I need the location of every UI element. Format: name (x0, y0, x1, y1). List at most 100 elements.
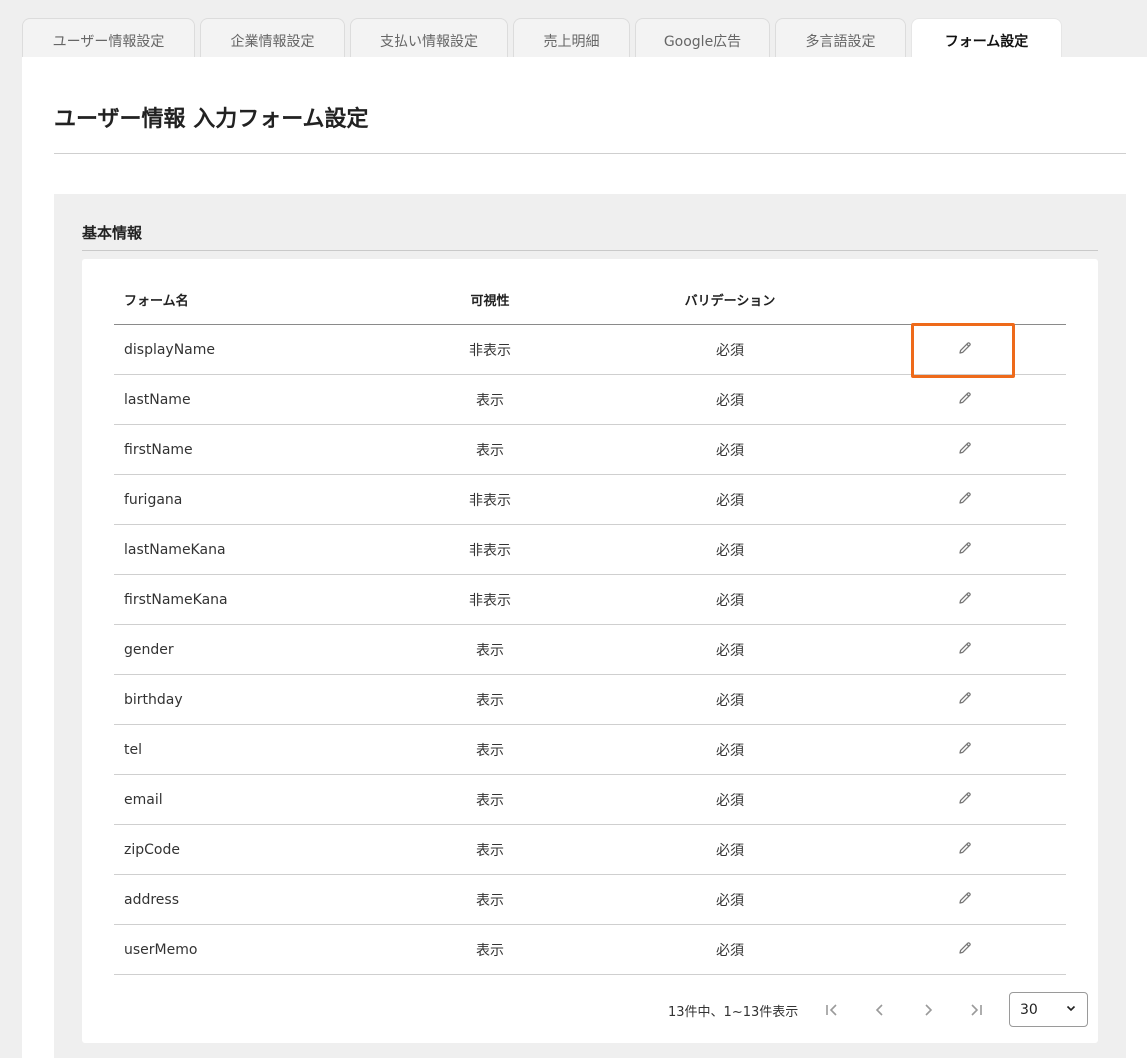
edit-button[interactable] (953, 788, 977, 812)
table-row: email 表示 必須 (114, 775, 1066, 825)
section-heading: 基本情報 (82, 224, 143, 242)
tab-bar: ユーザー情報設定 企業情報設定 支払い情報設定 売上明細 Google広告 多言… (22, 18, 1062, 58)
form-name-cell: firstName (124, 441, 193, 458)
validation-cell: 必須 (716, 392, 744, 409)
action-cell (950, 825, 980, 874)
edit-button[interactable] (953, 488, 977, 512)
visibility-cell: 非表示 (469, 592, 511, 609)
table-row: address 表示 必須 (114, 875, 1066, 925)
next-page-icon[interactable] (916, 998, 940, 1022)
form-name-cell: firstNameKana (124, 591, 228, 608)
pencil-icon (957, 490, 973, 510)
section-divider (82, 250, 1098, 251)
edit-button[interactable] (953, 338, 977, 362)
form-name-cell: email (124, 791, 163, 808)
table-row: furigana 非表示 必須 (114, 475, 1066, 525)
first-page-icon[interactable] (820, 998, 844, 1022)
form-name-cell: zipCode (124, 841, 180, 858)
tab-multilingual-settings[interactable]: 多言語設定 (775, 18, 906, 58)
tab-google-ads[interactable]: Google広告 (635, 18, 770, 58)
pagination-summary: 13件中、1~13件表示 (668, 1004, 799, 1020)
tab-company-info-settings[interactable]: 企業情報設定 (200, 18, 345, 58)
tab-form-settings[interactable]: フォーム設定 (911, 18, 1062, 58)
validation-cell: 必須 (716, 792, 744, 809)
table-row: userMemo 表示 必須 (114, 925, 1066, 975)
pencil-icon (957, 840, 973, 860)
title-divider (54, 153, 1126, 154)
table-row: firstName 表示 必須 (114, 425, 1066, 475)
tab-user-info-settings[interactable]: ユーザー情報設定 (22, 18, 195, 58)
edit-button[interactable] (953, 938, 977, 962)
action-cell (950, 875, 980, 924)
chevron-down-icon (1065, 1002, 1077, 1018)
page-title: ユーザー情報 入力フォーム設定 (54, 107, 369, 132)
main-panel: ユーザー情報 入力フォーム設定 基本情報 フォーム名 可視性 バリデーション d… (22, 57, 1147, 1058)
table-row: firstNameKana 非表示 必須 (114, 575, 1066, 625)
table-row: tel 表示 必須 (114, 725, 1066, 775)
form-name-cell: lastName (124, 391, 191, 408)
visibility-cell: 表示 (476, 792, 504, 809)
action-cell (950, 375, 980, 424)
form-table-card: フォーム名 可視性 バリデーション displayName 非表示 必須 lastNa… (82, 259, 1098, 1043)
visibility-cell: 表示 (476, 642, 504, 659)
action-cell (950, 575, 980, 624)
form-name-cell: gender (124, 641, 174, 658)
validation-cell: 必須 (716, 942, 744, 959)
header-validation: バリデーション (684, 294, 776, 309)
pencil-icon (957, 390, 973, 410)
action-cell (950, 775, 980, 824)
edit-button[interactable] (953, 638, 977, 662)
action-cell (950, 675, 980, 724)
table-row: lastNameKana 非表示 必須 (114, 525, 1066, 575)
header-form-name: フォーム名 (124, 294, 189, 309)
action-cell (950, 625, 980, 674)
visibility-cell: 表示 (476, 442, 504, 459)
prev-page-icon[interactable] (868, 998, 892, 1022)
tab-sales-details[interactable]: 売上明細 (513, 18, 630, 58)
header-visibility: 可視性 (470, 294, 510, 309)
form-name-cell: tel (124, 741, 142, 758)
form-name-cell: lastNameKana (124, 541, 226, 558)
visibility-cell: 非表示 (469, 492, 511, 509)
form-name-cell: birthday (124, 691, 183, 708)
pencil-icon (957, 790, 973, 810)
form-name-cell: address (124, 891, 180, 908)
tab-payment-info-settings[interactable]: 支払い情報設定 (350, 18, 508, 58)
form-name-cell: furigana (124, 491, 183, 508)
form-fields-table: フォーム名 可視性 バリデーション displayName 非表示 必須 lastNa… (114, 275, 1066, 975)
edit-button[interactable] (953, 838, 977, 862)
validation-cell: 必須 (716, 642, 744, 659)
edit-button[interactable] (953, 538, 977, 562)
edit-button[interactable] (953, 738, 977, 762)
validation-cell: 必須 (716, 742, 744, 759)
pencil-icon (957, 940, 973, 960)
action-cell (950, 725, 980, 774)
pencil-icon (957, 540, 973, 560)
action-cell (950, 525, 980, 574)
visibility-cell: 表示 (476, 392, 504, 409)
pencil-icon (957, 890, 973, 910)
per-page-select[interactable]: 30 (1009, 992, 1088, 1027)
table-row: lastName 表示 必須 (114, 375, 1066, 425)
edit-button[interactable] (953, 388, 977, 412)
visibility-cell: 非表示 (469, 342, 511, 359)
pagination: 13件中、1~13件表示 30 (44, 992, 1147, 1028)
validation-cell: 必須 (716, 542, 744, 559)
visibility-cell: 非表示 (469, 542, 511, 559)
visibility-cell: 表示 (476, 842, 504, 859)
visibility-cell: 表示 (476, 892, 504, 909)
table-header: フォーム名 可視性 バリデーション (114, 275, 1066, 325)
validation-cell: 必須 (716, 842, 744, 859)
pencil-icon (957, 640, 973, 660)
validation-cell: 必須 (716, 592, 744, 609)
edit-button[interactable] (953, 888, 977, 912)
pencil-icon (957, 740, 973, 760)
pencil-icon (957, 440, 973, 460)
edit-button[interactable] (953, 688, 977, 712)
pencil-icon (957, 590, 973, 610)
action-cell (950, 325, 980, 374)
edit-button[interactable] (953, 438, 977, 462)
edit-button[interactable] (953, 588, 977, 612)
last-page-icon[interactable] (964, 998, 988, 1022)
table-body: displayName 非表示 必須 lastName 表示 必須 firstName 表示必… (114, 325, 1066, 975)
